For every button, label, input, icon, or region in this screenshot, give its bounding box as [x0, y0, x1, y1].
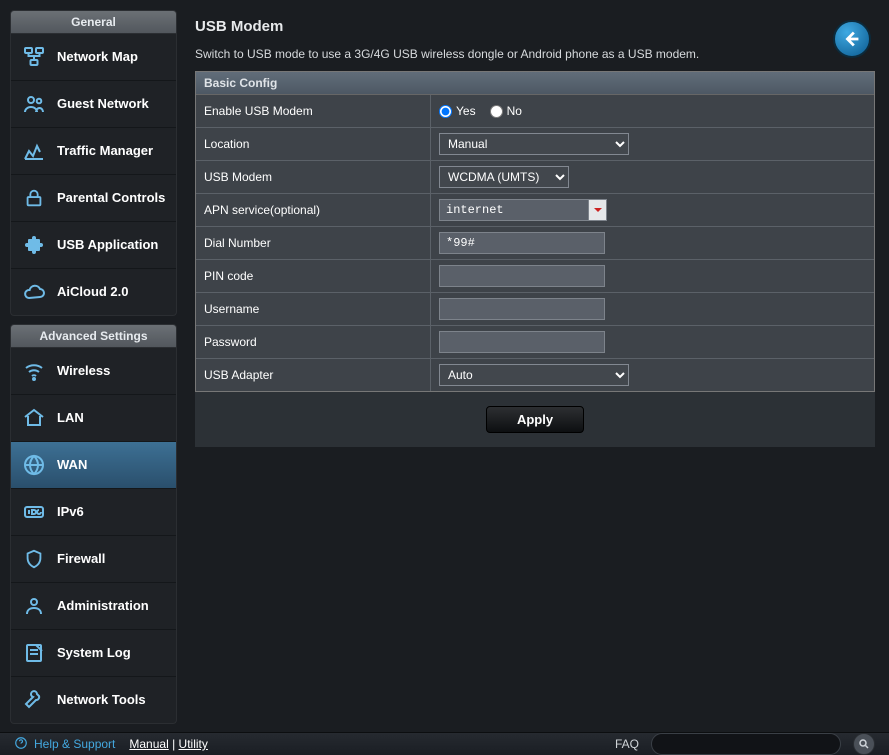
page-title: USB Modem: [195, 18, 875, 35]
sidebar-item-traffic-manager[interactable]: Traffic Manager: [11, 128, 176, 175]
traffic-icon: [21, 138, 47, 164]
sidebar-section-advanced: Advanced Settings: [10, 324, 177, 348]
sidebar-item-ipv6[interactable]: IPv6: [11, 489, 176, 536]
sidebar-item-label: Traffic Manager: [57, 143, 153, 159]
sidebar: General Network Map Guest Network Traffi…: [0, 0, 185, 732]
network-map-icon: [21, 44, 47, 70]
help-icon: [14, 736, 28, 753]
sidebar-item-label: WAN: [57, 457, 87, 473]
admin-icon: [21, 593, 47, 619]
adapter-label: USB Adapter: [196, 359, 431, 391]
apn-dropdown-button[interactable]: [589, 199, 607, 221]
home-icon: [21, 405, 47, 431]
sidebar-item-label: Administration: [57, 598, 149, 614]
enable-no-radio[interactable]: [490, 105, 503, 118]
guest-icon: [21, 91, 47, 117]
faq-search-input[interactable]: [651, 733, 841, 755]
help-support-link[interactable]: Help & Support: [34, 737, 115, 751]
puzzle-icon: [21, 232, 47, 258]
sidebar-item-label: Network Map: [57, 49, 138, 65]
sidebar-item-firewall[interactable]: Firewall: [11, 536, 176, 583]
lock-icon: [21, 185, 47, 211]
usb-modem-select[interactable]: WCDMA (UMTS): [439, 166, 569, 188]
sidebar-item-network-map[interactable]: Network Map: [11, 34, 176, 81]
apply-button[interactable]: Apply: [486, 406, 584, 433]
sidebar-item-label: Network Tools: [57, 692, 146, 708]
sidebar-item-lan[interactable]: LAN: [11, 395, 176, 442]
sidebar-item-label: System Log: [57, 645, 131, 661]
pin-input[interactable]: [439, 265, 605, 287]
wifi-icon: [21, 358, 47, 384]
enable-no-option[interactable]: No: [490, 104, 522, 118]
dial-label: Dial Number: [196, 227, 431, 259]
sidebar-item-aicloud[interactable]: AiCloud 2.0: [11, 269, 176, 315]
apn-input[interactable]: [439, 199, 589, 221]
sidebar-item-label: USB Application: [57, 237, 158, 253]
enable-yes-option[interactable]: Yes: [439, 104, 476, 118]
password-input[interactable]: [439, 331, 605, 353]
sidebar-section-general: General: [10, 10, 177, 34]
tools-icon: [21, 687, 47, 713]
sidebar-item-administration[interactable]: Administration: [11, 583, 176, 630]
manual-link[interactable]: Manual: [129, 737, 168, 751]
username-label: Username: [196, 293, 431, 325]
sidebar-item-label: LAN: [57, 410, 84, 426]
basic-config-panel: Basic Config Enable USB Modem Yes No Loc…: [195, 71, 875, 392]
sidebar-item-wireless[interactable]: Wireless: [11, 348, 176, 395]
password-label: Password: [196, 326, 431, 358]
sidebar-item-guest-network[interactable]: Guest Network: [11, 81, 176, 128]
sidebar-item-label: AiCloud 2.0: [57, 284, 129, 300]
enable-yes-radio[interactable]: [439, 105, 452, 118]
sidebar-item-label: IPv6: [57, 504, 84, 520]
enable-label: Enable USB Modem: [196, 95, 431, 127]
sidebar-item-wan[interactable]: WAN: [11, 442, 176, 489]
shield-icon: [21, 546, 47, 572]
location-select[interactable]: Manual: [439, 133, 629, 155]
faq-search-button[interactable]: [853, 733, 875, 755]
footer-links: Manual | Utility: [129, 737, 208, 751]
cloud-icon: [21, 279, 47, 305]
sidebar-item-system-log[interactable]: System Log: [11, 630, 176, 677]
log-icon: [21, 640, 47, 666]
sidebar-item-label: Guest Network: [57, 96, 149, 112]
sidebar-item-label: Wireless: [57, 363, 110, 379]
username-input[interactable]: [439, 298, 605, 320]
faq-label: FAQ: [615, 737, 639, 751]
sidebar-item-usb-application[interactable]: USB Application: [11, 222, 176, 269]
utility-link[interactable]: Utility: [179, 737, 208, 751]
dial-number-input[interactable]: [439, 232, 605, 254]
location-label: Location: [196, 128, 431, 160]
usb-adapter-select[interactable]: Auto: [439, 364, 629, 386]
sidebar-item-label: Parental Controls: [57, 190, 165, 206]
modem-label: USB Modem: [196, 161, 431, 193]
sidebar-item-parental-controls[interactable]: Parental Controls: [11, 175, 176, 222]
sidebar-item-label: Firewall: [57, 551, 105, 567]
pin-label: PIN code: [196, 260, 431, 292]
panel-header: Basic Config: [196, 72, 874, 95]
page-description: Switch to USB mode to use a 3G/4G USB wi…: [195, 47, 875, 61]
apn-label: APN service(optional): [196, 194, 431, 226]
back-button[interactable]: [833, 20, 871, 58]
apply-row: Apply: [195, 392, 875, 447]
footer: Help & Support Manual | Utility FAQ: [0, 732, 889, 755]
globe-icon: [21, 452, 47, 478]
ipv6-icon: [21, 499, 47, 525]
content: USB Modem Switch to USB mode to use a 3G…: [185, 0, 889, 732]
sidebar-general-list: Network Map Guest Network Traffic Manage…: [10, 34, 177, 316]
sidebar-advanced-list: Wireless LAN WAN IPv6 Firewall Administr…: [10, 348, 177, 724]
sidebar-item-network-tools[interactable]: Network Tools: [11, 677, 176, 723]
